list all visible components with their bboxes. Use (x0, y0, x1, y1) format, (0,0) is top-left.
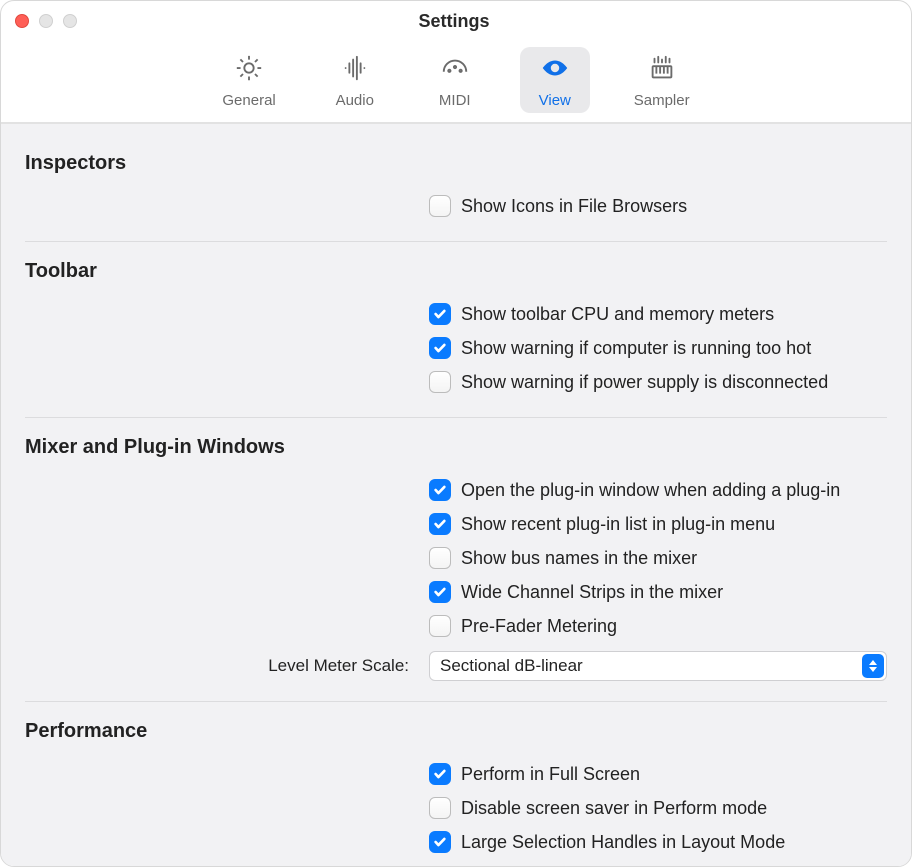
tab-label: View (539, 92, 571, 109)
checkbox-disable-screensaver[interactable] (429, 797, 451, 819)
checkbox-recent-list[interactable] (429, 513, 451, 535)
checkbox-warn-power[interactable] (429, 371, 451, 393)
tab-label: MIDI (439, 92, 471, 109)
option-row: Disable screen saver in Perform mode (25, 791, 887, 825)
option-row: Show Icons in File Browsers (25, 189, 887, 223)
option-row: Open the plug-in window when adding a pl… (25, 473, 887, 507)
checkbox-wide-strips[interactable] (429, 581, 451, 603)
option-label: Show toolbar CPU and memory meters (461, 304, 774, 325)
tab-view[interactable]: View (520, 47, 590, 113)
option-label: Disable screen saver in Perform mode (461, 798, 767, 819)
option-label: Pre-Fader Metering (461, 616, 617, 637)
option-row: Perform in Full Screen (25, 757, 887, 791)
option-row: Level Meter Scale: Sectional dB-linear (25, 649, 887, 683)
checkbox-warn-hot[interactable] (429, 337, 451, 359)
option-label: Show warning if power supply is disconne… (461, 372, 828, 393)
option-label: Perform in Full Screen (461, 764, 640, 785)
divider (25, 701, 887, 702)
option-label: Show recent plug-in list in plug-in menu (461, 514, 775, 535)
titlebar: Settings (1, 1, 911, 41)
option-row: Show toolbar CPU and memory meters (25, 297, 887, 331)
option-label: Wide Channel Strips in the mixer (461, 582, 723, 603)
option-row: Pre-Fader Metering (25, 609, 887, 643)
section-title-performance: Performance (25, 720, 887, 743)
gear-icon (234, 53, 264, 88)
tab-label: Audio (336, 92, 374, 109)
checkbox-bus-names[interactable] (429, 547, 451, 569)
level-meter-label: Level Meter Scale: (25, 656, 417, 676)
option-label: Show bus names in the mixer (461, 548, 697, 569)
checkbox-prefader[interactable] (429, 615, 451, 637)
option-row: Large Selection Handles in Layout Mode (25, 825, 887, 859)
eye-icon (540, 53, 570, 88)
tab-sampler[interactable]: Sampler (620, 47, 704, 113)
section-title-toolbar: Toolbar (25, 260, 887, 283)
midi-icon (440, 53, 470, 88)
option-row: Show warning if computer is running too … (25, 331, 887, 365)
section-title-mixer: Mixer and Plug-in Windows (25, 436, 887, 459)
level-meter-select[interactable]: Sectional dB-linear (429, 651, 887, 681)
checkbox-fullscreen[interactable] (429, 763, 451, 785)
content-area: Inspectors Show Icons in File Browsers T… (1, 124, 911, 866)
option-label: Show warning if computer is running too … (461, 338, 811, 359)
tabbar: General Audio MIDI View Sampler (1, 41, 911, 124)
tab-general[interactable]: General (208, 47, 289, 113)
settings-window: Settings General Audio MIDI View (0, 0, 912, 867)
window-title: Settings (11, 11, 897, 32)
checkbox-open-plugin[interactable] (429, 479, 451, 501)
divider (25, 241, 887, 242)
tab-midi[interactable]: MIDI (420, 47, 490, 113)
audio-icon (340, 53, 370, 88)
tab-label: Sampler (634, 92, 690, 109)
option-row: Show recent plug-in list in plug-in menu (25, 507, 887, 541)
select-value: Sectional dB-linear (440, 656, 862, 676)
section-title-inspectors: Inspectors (25, 152, 887, 175)
tab-label: General (222, 92, 275, 109)
checkbox-large-handles[interactable] (429, 831, 451, 853)
divider (25, 417, 887, 418)
option-label: Show Icons in File Browsers (461, 196, 687, 217)
option-row: Show warning if power supply is disconne… (25, 365, 887, 399)
option-label: Open the plug-in window when adding a pl… (461, 480, 840, 501)
checkbox-show-icons[interactable] (429, 195, 451, 217)
checkbox-cpu-meters[interactable] (429, 303, 451, 325)
chevron-up-down-icon (862, 654, 884, 678)
sampler-icon (647, 53, 677, 88)
option-row: Show bus names in the mixer (25, 541, 887, 575)
tab-audio[interactable]: Audio (320, 47, 390, 113)
option-row: Wide Channel Strips in the mixer (25, 575, 887, 609)
option-label: Large Selection Handles in Layout Mode (461, 832, 785, 853)
